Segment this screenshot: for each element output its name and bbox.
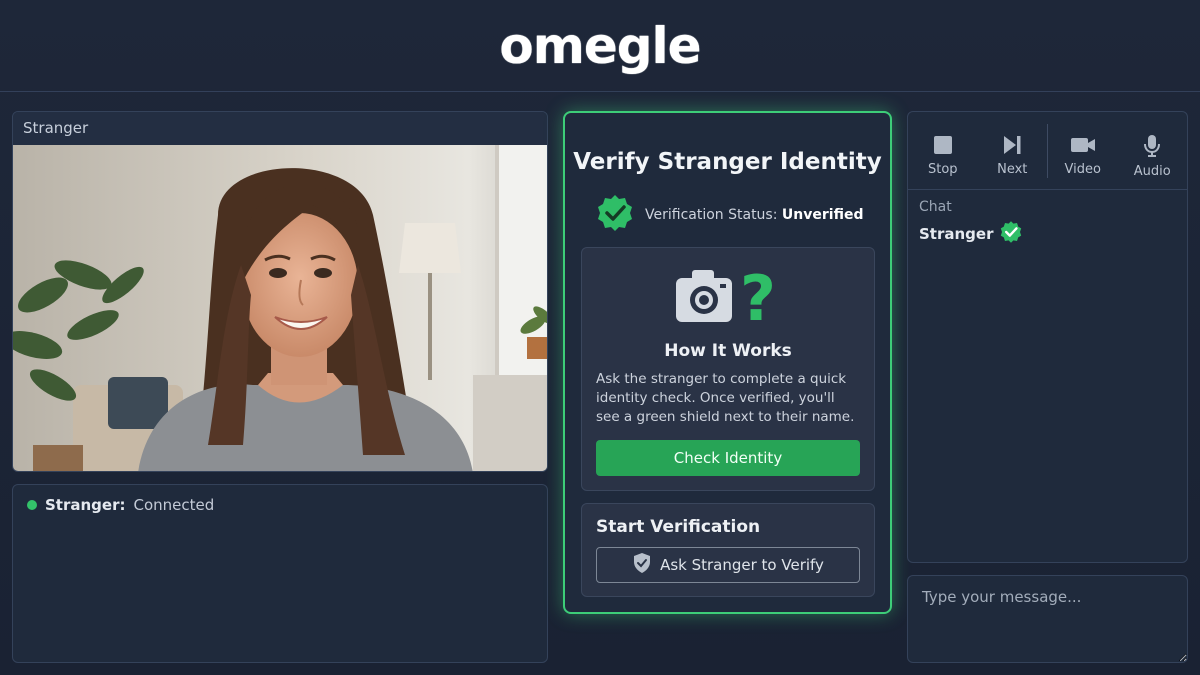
how-it-works-title: How It Works xyxy=(664,341,792,361)
check-identity-button[interactable]: Check Identity xyxy=(596,440,860,476)
verification-status-label: Verification Status: xyxy=(645,207,778,223)
connection-status-panel: Stranger: Connected xyxy=(12,484,548,663)
stranger-video-image xyxy=(13,145,547,471)
verification-status: Verification Status: Unverified xyxy=(595,193,863,237)
audio-button[interactable]: Audio xyxy=(1118,112,1188,190)
message-input-panel xyxy=(907,575,1188,663)
chat-name-text: Stranger xyxy=(919,225,994,243)
chat-stranger-name: Stranger xyxy=(919,220,1023,248)
status-name: Stranger: xyxy=(45,496,126,514)
stop-button[interactable]: Stop xyxy=(908,112,978,190)
omegle-logo[interactable]: omegle xyxy=(499,17,701,75)
stop-label: Stop xyxy=(927,162,958,177)
online-dot-icon xyxy=(27,500,37,510)
verify-title: Verify Stranger Identity xyxy=(573,149,882,175)
audio-label: Audio xyxy=(1133,164,1171,179)
verified-check-icon xyxy=(999,220,1023,248)
chat-label: Chat xyxy=(919,199,952,215)
stop-icon xyxy=(933,136,952,154)
question-mark-icon: ? xyxy=(740,262,776,326)
start-verification-title: Start Verification xyxy=(596,517,761,537)
connection-status: Stranger: Connected xyxy=(27,496,214,514)
app-window: omegle Stranger Stranger: Connected Veri… xyxy=(0,0,1200,675)
next-icon xyxy=(1004,136,1021,154)
camera-icon xyxy=(676,270,732,322)
verified-badge-icon xyxy=(595,193,635,237)
controls-toolbar: Stop Next Video Audio xyxy=(908,112,1187,190)
shield-check-icon xyxy=(632,552,652,578)
chat-panel: Stop Next Video Audio Chat Stranger xyxy=(907,111,1188,563)
how-it-works-card: ? How It Works Ask the stranger to compl… xyxy=(581,247,875,491)
next-label: Next xyxy=(997,162,1028,177)
start-verification-card: Start Verification Ask Stranger to Verif… xyxy=(581,503,875,597)
video-label: Stranger xyxy=(13,112,547,145)
stranger-video-feed xyxy=(13,145,547,471)
verify-identity-panel: Verify Stranger Identity Verification St… xyxy=(563,111,892,614)
video-camera-icon xyxy=(1070,138,1095,152)
microphone-icon xyxy=(1144,135,1161,157)
next-button[interactable]: Next xyxy=(978,112,1048,190)
video-button[interactable]: Video xyxy=(1048,112,1118,190)
header: omegle xyxy=(0,0,1200,92)
verification-status-value: Unverified xyxy=(781,207,864,223)
stranger-video-panel: Stranger xyxy=(12,111,548,472)
message-input[interactable] xyxy=(908,576,1187,662)
status-value: Connected xyxy=(133,496,215,514)
how-it-works-text: Ask the stranger to complete a quick ide… xyxy=(596,371,855,425)
camera-question-illustration: ? xyxy=(674,262,786,335)
ask-stranger-to-verify-button[interactable]: Ask Stranger to Verify xyxy=(596,547,860,583)
video-label: Video xyxy=(1064,162,1101,177)
ask-button-label: Ask Stranger to Verify xyxy=(660,556,824,574)
